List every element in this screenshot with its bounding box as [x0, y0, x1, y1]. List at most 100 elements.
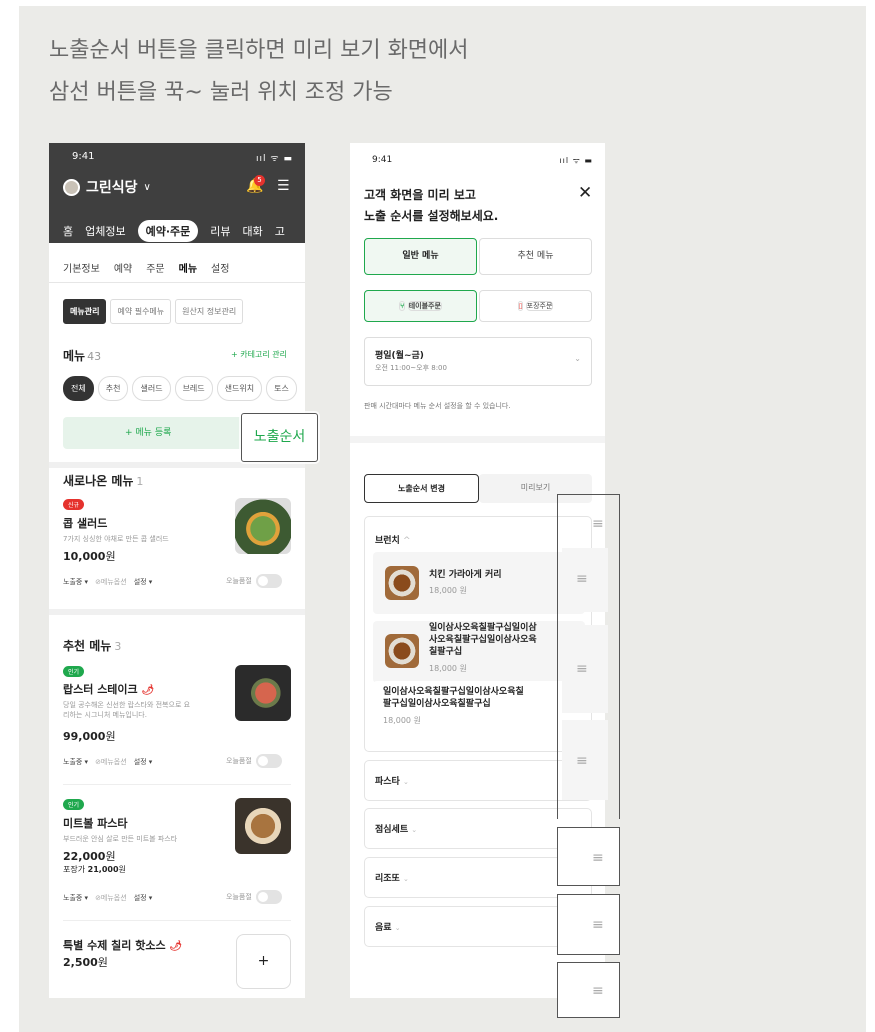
- item-controls: 노출중 ▾ ⊘메뉴옵션 설정 ▾: [63, 577, 152, 587]
- drag-handle-box: ≡: [557, 827, 620, 886]
- drag-handle-icon[interactable]: ≡: [592, 918, 604, 932]
- menu-row[interactable]: 일이삼사오육칠팔구십일이삼사오육칠팔구십일이삼사오육칠팔구십 18,000 원: [373, 681, 585, 735]
- food-image-pasta: [235, 798, 291, 854]
- food-image-curry: [385, 566, 419, 600]
- subnav-menu[interactable]: 메뉴: [179, 260, 197, 275]
- time-slot-select[interactable]: 평일(월~금) 오전 11:00~오후 8:00 ⌄: [364, 337, 592, 386]
- item-price: 10,000원: [63, 550, 116, 563]
- chip-bread[interactable]: 브레드: [174, 376, 213, 401]
- category-manage-link[interactable]: + 카테고리 관리: [231, 349, 287, 360]
- subnav-reservation[interactable]: 예약: [114, 260, 132, 275]
- divider: [63, 784, 291, 785]
- status-dropdown[interactable]: 노출중 ▾: [63, 577, 88, 587]
- preview-title: 고객 화면을 미리 보고 노출 순서를 설정해보세요.: [364, 188, 499, 223]
- chip-toast[interactable]: 토스: [266, 376, 297, 401]
- food-image-salad: [235, 498, 291, 554]
- menu-options-link[interactable]: ⊘메뉴옵션: [95, 893, 127, 903]
- tab-general-menu[interactable]: 일반 메뉴: [364, 238, 477, 275]
- headline-line2: 삼선 버튼을 꾹~ 눌러 위치 조정 가능: [49, 80, 393, 105]
- status-time: 9:41: [72, 151, 95, 162]
- status-dropdown[interactable]: 노출중 ▾: [63, 757, 88, 767]
- main-nav: 홈 업체정보 예약·주문 리뷰 대화 고: [63, 220, 285, 242]
- left-phone-screen: 9:41 ııl ᯤ ▬ 그린식당 ∨ 🔔 5 ☰ 홈 업체정보 예약·주문 리뷰…: [49, 143, 305, 998]
- chevron-down-icon: ∨: [143, 181, 151, 193]
- chili-icon: 🌶: [169, 941, 183, 952]
- menu-type-toggle: 일반 메뉴 추천 메뉴: [364, 238, 592, 275]
- menu-options-link[interactable]: ⊘메뉴옵션: [95, 577, 127, 587]
- item-price: 2,500원: [63, 956, 108, 969]
- order-type-toggle: ⑂ 테이블주문 ▯ 포장주문: [364, 290, 592, 322]
- item-price: 99,000원: [63, 730, 116, 743]
- chevron-up-icon: ^: [402, 536, 411, 546]
- store-selector[interactable]: 그린식당 ∨: [63, 177, 151, 197]
- food-image-lobster: [235, 665, 291, 721]
- drag-handle-column: ≡: [557, 494, 620, 819]
- filter-origin-info[interactable]: 원산지 정보관리: [175, 299, 244, 324]
- item-name: 랍스터 스테이크 🌶: [63, 683, 155, 696]
- add-image-button[interactable]: +: [236, 934, 291, 989]
- subnav-basic[interactable]: 기본정보: [63, 260, 100, 275]
- drag-handle-box: ≡: [557, 962, 620, 1018]
- nav-reservation-order[interactable]: 예약·주문: [137, 220, 199, 242]
- status-time: 9:41: [372, 155, 393, 165]
- nav-home[interactable]: 홈: [63, 223, 73, 239]
- headline-line1: 노출순서 버튼을 클릭하면 미리 보기 화면에서: [49, 38, 469, 63]
- subnav-order[interactable]: 주문: [146, 260, 164, 275]
- nav-more[interactable]: 고: [275, 223, 285, 239]
- chip-sandwich[interactable]: 샌드위치: [216, 376, 263, 401]
- menu-row[interactable]: 치킨 가라아게 커리 18,000 원: [373, 552, 585, 614]
- bell-icon[interactable]: 🔔 5: [246, 175, 265, 194]
- nav-chat[interactable]: 대화: [243, 223, 263, 239]
- time-slot-note: 판매 시간대마다 메뉴 순서 설정을 할 수 있습니다.: [364, 402, 511, 410]
- tab-takeout-order[interactable]: ▯ 포장주문: [479, 290, 592, 322]
- notification-badge: 5: [254, 175, 265, 186]
- filter-required-menu[interactable]: 예약 필수메뉴: [110, 299, 172, 324]
- drag-handle-icon[interactable]: ≡: [592, 984, 604, 998]
- soldout-toggle[interactable]: 오늘품절: [226, 574, 282, 588]
- settings-dropdown[interactable]: 설정 ▾: [134, 757, 153, 767]
- fork-knife-icon: ⑂: [399, 301, 406, 311]
- tab-change-order[interactable]: 노출순서 변경: [364, 474, 479, 503]
- tab-table-order[interactable]: ⑂ 테이블주문: [364, 290, 477, 322]
- settings-dropdown[interactable]: 설정 ▾: [134, 577, 153, 587]
- settings-dropdown[interactable]: 설정 ▾: [134, 893, 153, 903]
- drag-handle-icon[interactable]: ≡: [592, 851, 604, 865]
- chip-salad[interactable]: 샐러드: [132, 376, 171, 401]
- close-icon[interactable]: ✕: [578, 183, 592, 203]
- section-divider: [49, 609, 305, 615]
- filter-menu-manage[interactable]: 메뉴관리: [63, 299, 107, 324]
- section-new-title: 새로나온 메뉴 1: [63, 474, 144, 488]
- nav-review[interactable]: 리뷰: [210, 223, 230, 239]
- drag-handle-icon[interactable]: ≡: [592, 517, 604, 531]
- item-desc: 7가지 싱싱한 야채로 만든 콥 샐러드: [63, 535, 169, 543]
- item-name: 콥 샐러드: [63, 517, 108, 530]
- tab-recommend-menu[interactable]: 추천 메뉴: [479, 238, 592, 275]
- divider: [63, 920, 291, 921]
- item-desc: 부드러운 안심 살로 만든 미트볼 파스타: [63, 835, 178, 843]
- pack-price: 포장가 21,000원: [63, 865, 126, 874]
- item-name: 특별 수제 칠리 핫소스 🌶: [63, 939, 183, 952]
- badge-popular: 인기: [63, 799, 85, 810]
- menu-row[interactable]: 일이삼사오육칠팔구십일이삼사오육칠팔구십일이삼사오육칠팔구십 18,000 원: [373, 621, 585, 683]
- soldout-toggle[interactable]: 오늘품절: [226, 754, 282, 768]
- display-order-button[interactable]: 노출순서: [241, 413, 318, 462]
- item-price: 22,000원: [63, 850, 116, 863]
- item-name: 미트볼 파스타: [63, 817, 128, 830]
- chip-all[interactable]: 전체: [63, 376, 94, 401]
- menu-options-link[interactable]: ⊘메뉴옵션: [95, 757, 127, 767]
- item-controls: 노출중 ▾ ⊘메뉴옵션 설정 ▾: [63, 757, 152, 767]
- hamburger-icon[interactable]: ☰: [277, 178, 290, 194]
- item-desc: 당일 공수해온 신선한 랍스타와 전복으로 요 리하는 시그니처 메뉴입니다.: [63, 701, 191, 719]
- item-controls: 노출중 ▾ ⊘메뉴옵션 설정 ▾: [63, 893, 152, 903]
- menu-count: 43: [87, 350, 102, 363]
- status-dropdown[interactable]: 노출중 ▾: [63, 893, 88, 903]
- subnav-settings[interactable]: 설정: [211, 260, 229, 275]
- soldout-toggle[interactable]: 오늘품절: [226, 890, 282, 904]
- chip-recommend[interactable]: 추천: [97, 376, 129, 401]
- status-icons: ııl ᯤ ▬: [256, 154, 293, 164]
- headline: 노출순서 버튼을 클릭하면 미리 보기 화면에서 삼선 버튼을 꾹~ 눌러 위치…: [49, 30, 469, 114]
- top-bar: 9:41 ııl ᯤ ▬ 그린식당 ∨ 🔔 5 ☰ 홈 업체정보 예약·주문 리뷰…: [49, 143, 305, 243]
- status-icons: ııl ᯤ ▬: [559, 156, 593, 165]
- menu-title: 메뉴 43: [63, 349, 102, 363]
- nav-business-info[interactable]: 업체정보: [85, 223, 125, 239]
